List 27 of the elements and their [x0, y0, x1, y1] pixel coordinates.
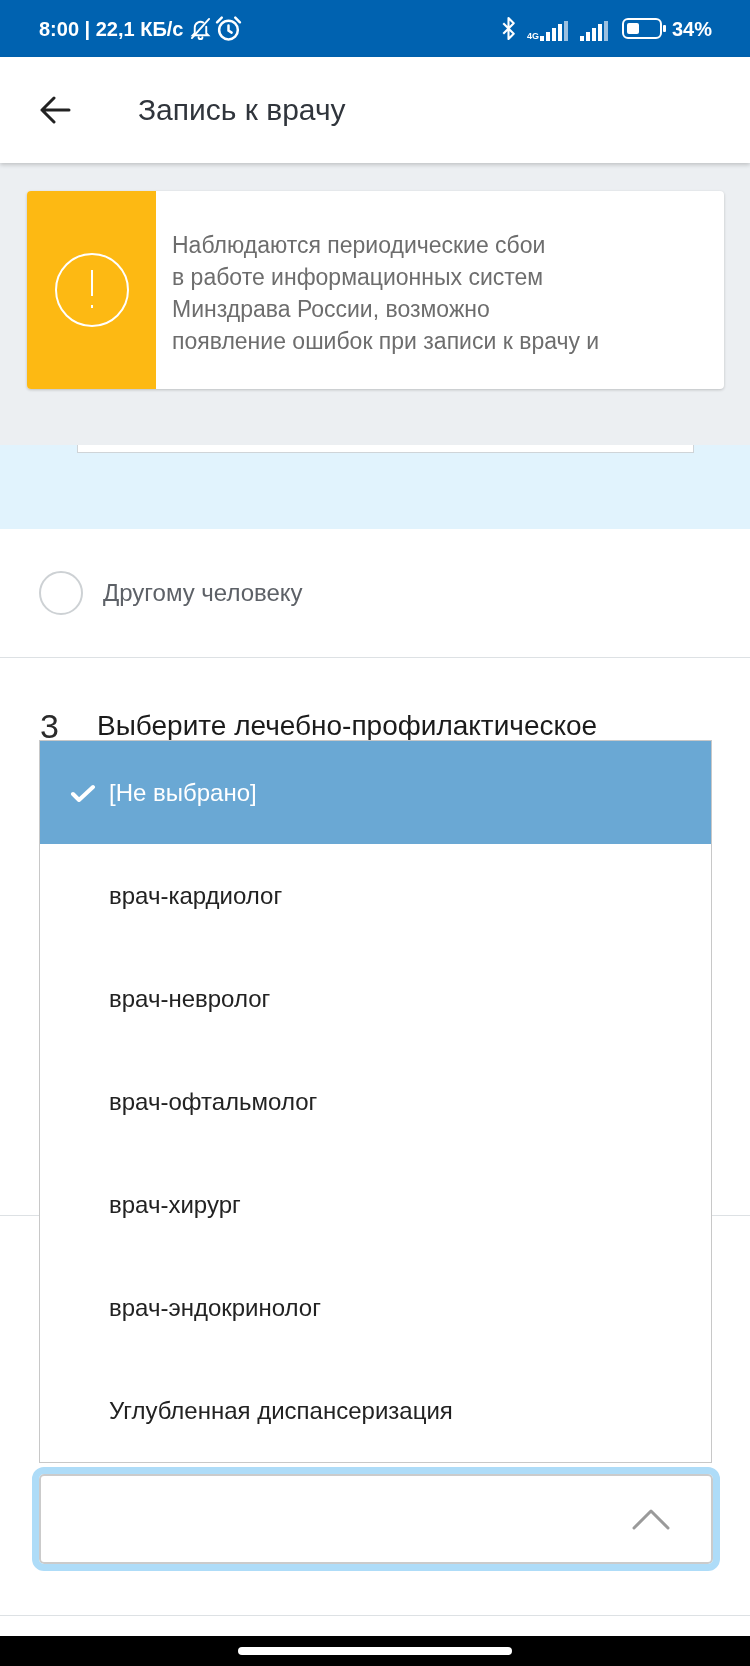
- dropdown-option[interactable]: врач-кардиолог: [40, 844, 711, 947]
- bluetooth-icon: [500, 17, 516, 40]
- dropdown-option[interactable]: Углубленная диспансеризация: [40, 1359, 711, 1462]
- battery-icon: [621, 18, 667, 39]
- chevron-up-icon: [632, 1508, 670, 1530]
- home-indicator[interactable]: [238, 1647, 512, 1655]
- step-title: Выберите лечебно-профилактическое: [97, 712, 598, 740]
- notice-message: Наблюдаются периодические сбои в работе информационных систем Минздрава России, возможно появление ошибок при записи к врачу и: [171, 231, 601, 356]
- muted-bell-icon: [189, 17, 213, 40]
- status-time-speed: 8:00 | 22,1 КБ/с: [39, 18, 184, 39]
- select-field[interactable]: [32, 1467, 720, 1571]
- signal-bars-icon: [579, 20, 610, 41]
- warning-icon: [53, 252, 130, 328]
- dropdown-option[interactable]: врач-эндокринолог: [40, 1256, 711, 1359]
- checkmark-icon: [70, 783, 96, 802]
- signal-bars-icon: [539, 20, 570, 41]
- back-button[interactable]: [39, 96, 71, 124]
- page-title: Запись к врачу: [138, 92, 346, 128]
- battery-percent: 34%: [671, 18, 712, 39]
- network-type-label: 4G: [526, 31, 539, 41]
- alarm-clock-icon: [215, 15, 243, 42]
- dropdown-option[interactable]: врач-офтальмолог: [40, 1050, 711, 1153]
- dropdown-option[interactable]: врач-хирург: [40, 1153, 711, 1256]
- back-arrow-icon: [39, 96, 71, 124]
- step-number: 3: [40, 712, 60, 740]
- dropdown-option[interactable]: врач-невролог: [40, 947, 711, 1050]
- radio-option[interactable]: Другому человеку: [39, 571, 303, 615]
